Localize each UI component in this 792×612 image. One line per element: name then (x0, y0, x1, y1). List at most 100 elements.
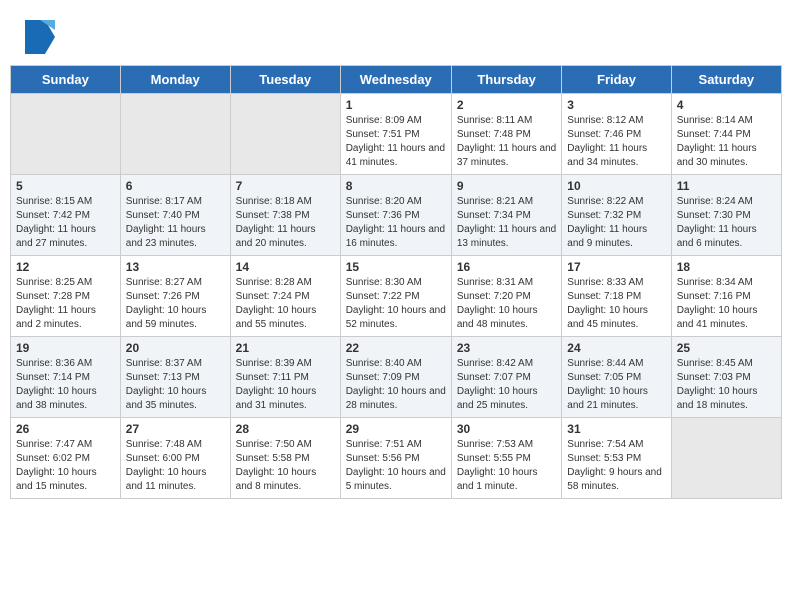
day-detail: Sunrise: 7:51 AM Sunset: 5:56 PM Dayligh… (346, 438, 446, 494)
calendar-week-3: 12 Sunrise: 8:25 AM Sunset: 7:28 PM Dayli… (11, 256, 782, 337)
day-detail: Sunrise: 8:27 AM Sunset: 7:26 PM Dayligh… (126, 276, 225, 332)
calendar-cell (230, 94, 340, 175)
day-number: 28 (236, 422, 335, 436)
calendar-week-5: 26 Sunrise: 7:47 AM Sunset: 6:02 PM Dayli… (11, 418, 782, 499)
calendar-cell (671, 418, 781, 499)
calendar-cell: 23 Sunrise: 8:42 AM Sunset: 7:07 PM Dayli… (451, 337, 561, 418)
day-number: 15 (346, 260, 446, 274)
calendar-cell: 22 Sunrise: 8:40 AM Sunset: 7:09 PM Dayli… (340, 337, 451, 418)
calendar-cell: 4 Sunrise: 8:14 AM Sunset: 7:44 PM Daylig… (671, 94, 781, 175)
day-number: 13 (126, 260, 225, 274)
day-detail: Sunrise: 7:54 AM Sunset: 5:53 PM Dayligh… (567, 438, 665, 494)
calendar-cell: 17 Sunrise: 8:33 AM Sunset: 7:18 PM Dayli… (562, 256, 671, 337)
day-detail: Sunrise: 8:24 AM Sunset: 7:30 PM Dayligh… (677, 195, 776, 251)
calendar-cell: 8 Sunrise: 8:20 AM Sunset: 7:36 PM Daylig… (340, 175, 451, 256)
day-detail: Sunrise: 8:36 AM Sunset: 7:14 PM Dayligh… (16, 357, 115, 413)
calendar-cell: 13 Sunrise: 8:27 AM Sunset: 7:26 PM Dayli… (120, 256, 230, 337)
day-number: 14 (236, 260, 335, 274)
day-number: 10 (567, 179, 665, 193)
calendar-week-1: 1 Sunrise: 8:09 AM Sunset: 7:51 PM Daylig… (11, 94, 782, 175)
calendar-cell: 27Sunrise: 7:48 AM Sunset: 6:00 PM Dayli… (120, 418, 230, 499)
calendar-cell: 29 Sunrise: 7:51 AM Sunset: 5:56 PM Dayli… (340, 418, 451, 499)
day-number: 18 (677, 260, 776, 274)
day-number: 16 (457, 260, 556, 274)
calendar-cell: 28 Sunrise: 7:50 AM Sunset: 5:58 PM Dayli… (230, 418, 340, 499)
day-detail: Sunrise: 8:37 AM Sunset: 7:13 PM Dayligh… (126, 357, 225, 413)
day-detail: Sunrise: 8:15 AM Sunset: 7:42 PM Dayligh… (16, 195, 115, 251)
calendar-cell: 5 Sunrise: 8:15 AM Sunset: 7:42 PM Daylig… (11, 175, 121, 256)
day-detail: Sunrise: 8:18 AM Sunset: 7:38 PM Dayligh… (236, 195, 335, 251)
day-detail: Sunrise: 8:45 AM Sunset: 7:03 PM Dayligh… (677, 357, 776, 413)
day-number: 31 (567, 422, 665, 436)
calendar-cell: 31 Sunrise: 7:54 AM Sunset: 5:53 PM Dayli… (562, 418, 671, 499)
day-number: 25 (677, 341, 776, 355)
calendar-cell: 9 Sunrise: 8:21 AM Sunset: 7:34 PM Daylig… (451, 175, 561, 256)
calendar-cell: 7 Sunrise: 8:18 AM Sunset: 7:38 PM Daylig… (230, 175, 340, 256)
day-detail: Sunrise: 8:14 AM Sunset: 7:44 PM Dayligh… (677, 114, 776, 170)
day-header-thursday: Thursday (451, 66, 561, 94)
calendar-cell: 10 Sunrise: 8:22 AM Sunset: 7:32 PM Dayli… (562, 175, 671, 256)
logo (25, 20, 58, 55)
day-detail: Sunrise: 8:21 AM Sunset: 7:34 PM Dayligh… (457, 195, 556, 251)
calendar-cell: 16 Sunrise: 8:31 AM Sunset: 7:20 PM Dayli… (451, 256, 561, 337)
calendar-cell: 30Sunrise: 7:53 AM Sunset: 5:55 PM Dayli… (451, 418, 561, 499)
day-detail: Sunrise: 8:40 AM Sunset: 7:09 PM Dayligh… (346, 357, 446, 413)
day-number: 1 (346, 98, 446, 112)
day-number: 23 (457, 341, 556, 355)
day-detail: Sunrise: 8:12 AM Sunset: 7:46 PM Dayligh… (567, 114, 665, 170)
calendar-cell: 24 Sunrise: 8:44 AM Sunset: 7:05 PM Dayli… (562, 337, 671, 418)
calendar-cell: 12 Sunrise: 8:25 AM Sunset: 7:28 PM Dayli… (11, 256, 121, 337)
day-number: 7 (236, 179, 335, 193)
day-header-sunday: Sunday (11, 66, 121, 94)
day-detail: Sunrise: 7:50 AM Sunset: 5:58 PM Dayligh… (236, 438, 335, 494)
logo-icon (25, 20, 55, 55)
day-number: 22 (346, 341, 446, 355)
day-number: 9 (457, 179, 556, 193)
day-detail: Sunrise: 8:34 AM Sunset: 7:16 PM Dayligh… (677, 276, 776, 332)
day-header-wednesday: Wednesday (340, 66, 451, 94)
calendar-cell: 2 Sunrise: 8:11 AM Sunset: 7:48 PM Daylig… (451, 94, 561, 175)
day-number: 26 (16, 422, 115, 436)
day-detail: Sunrise: 8:42 AM Sunset: 7:07 PM Dayligh… (457, 357, 556, 413)
day-number: 3 (567, 98, 665, 112)
calendar-cell: 19Sunrise: 8:36 AM Sunset: 7:14 PM Dayli… (11, 337, 121, 418)
day-number: 2 (457, 98, 556, 112)
day-number: 4 (677, 98, 776, 112)
day-number: 8 (346, 179, 446, 193)
calendar-week-4: 19Sunrise: 8:36 AM Sunset: 7:14 PM Dayli… (11, 337, 782, 418)
day-detail: Sunrise: 8:22 AM Sunset: 7:32 PM Dayligh… (567, 195, 665, 251)
calendar-cell: 14Sunrise: 8:28 AM Sunset: 7:24 PM Dayli… (230, 256, 340, 337)
calendar-cell: 6 Sunrise: 8:17 AM Sunset: 7:40 PM Daylig… (120, 175, 230, 256)
day-header-tuesday: Tuesday (230, 66, 340, 94)
day-detail: Sunrise: 8:20 AM Sunset: 7:36 PM Dayligh… (346, 195, 446, 251)
day-number: 29 (346, 422, 446, 436)
day-detail: Sunrise: 8:31 AM Sunset: 7:20 PM Dayligh… (457, 276, 556, 332)
day-detail: Sunrise: 8:33 AM Sunset: 7:18 PM Dayligh… (567, 276, 665, 332)
calendar-week-2: 5 Sunrise: 8:15 AM Sunset: 7:42 PM Daylig… (11, 175, 782, 256)
day-number: 12 (16, 260, 115, 274)
day-detail: Sunrise: 8:30 AM Sunset: 7:22 PM Dayligh… (346, 276, 446, 332)
calendar-cell: 11 Sunrise: 8:24 AM Sunset: 7:30 PM Dayli… (671, 175, 781, 256)
day-number: 17 (567, 260, 665, 274)
day-detail: Sunrise: 8:09 AM Sunset: 7:51 PM Dayligh… (346, 114, 446, 170)
day-detail: Sunrise: 7:48 AM Sunset: 6:00 PM Dayligh… (126, 438, 225, 494)
day-number: 11 (677, 179, 776, 193)
day-header-saturday: Saturday (671, 66, 781, 94)
day-detail: Sunrise: 8:44 AM Sunset: 7:05 PM Dayligh… (567, 357, 665, 413)
day-number: 5 (16, 179, 115, 193)
day-number: 6 (126, 179, 225, 193)
calendar-cell: 20Sunrise: 8:37 AM Sunset: 7:13 PM Dayli… (120, 337, 230, 418)
day-detail: Sunrise: 8:17 AM Sunset: 7:40 PM Dayligh… (126, 195, 225, 251)
day-header-friday: Friday (562, 66, 671, 94)
day-number: 24 (567, 341, 665, 355)
calendar-cell: 18 Sunrise: 8:34 AM Sunset: 7:16 PM Dayli… (671, 256, 781, 337)
day-number: 30 (457, 422, 556, 436)
day-detail: Sunrise: 8:25 AM Sunset: 7:28 PM Dayligh… (16, 276, 115, 332)
calendar-cell: 15 Sunrise: 8:30 AM Sunset: 7:22 PM Dayli… (340, 256, 451, 337)
day-detail: Sunrise: 7:47 AM Sunset: 6:02 PM Dayligh… (16, 438, 115, 494)
calendar-header-row: SundayMondayTuesdayWednesdayThursdayFrid… (11, 66, 782, 94)
day-detail: Sunrise: 8:39 AM Sunset: 7:11 PM Dayligh… (236, 357, 335, 413)
calendar-table: SundayMondayTuesdayWednesdayThursdayFrid… (10, 65, 782, 499)
day-detail: Sunrise: 8:11 AM Sunset: 7:48 PM Dayligh… (457, 114, 556, 170)
calendar-cell: 26 Sunrise: 7:47 AM Sunset: 6:02 PM Dayli… (11, 418, 121, 499)
